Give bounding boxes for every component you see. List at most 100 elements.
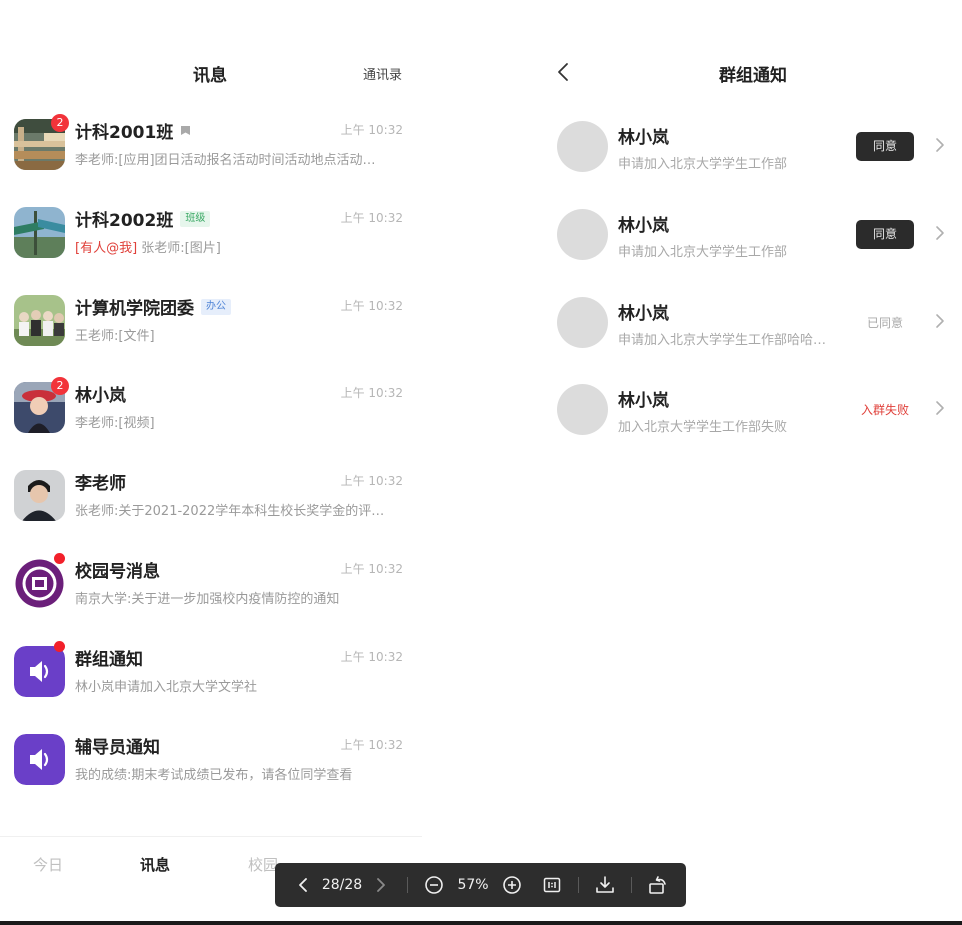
zoom-out-button[interactable] (422, 863, 446, 907)
page-title: 讯息 (193, 66, 227, 86)
download-button[interactable] (593, 863, 617, 907)
conversation-time: 上午 10:32 (340, 650, 403, 664)
contacts-link[interactable]: 通讯录 (363, 64, 402, 83)
requester-name: 林小岚 (618, 304, 669, 324)
conversation-preview: 王老师:[文件] (75, 329, 155, 344)
actual-size-icon (543, 877, 561, 893)
chevron-left-icon (299, 878, 307, 892)
requester-name: 林小岚 (618, 128, 669, 148)
page-title: 群组通知 (719, 66, 787, 86)
unread-dot (54, 553, 65, 564)
toolbar-divider (631, 877, 632, 893)
avatar (14, 470, 65, 521)
join-request-item[interactable]: 林小岚 申请加入北京大学学生工作部 同意 (540, 209, 962, 297)
conversation-name: 林小岚 (75, 381, 126, 406)
office-tag: 办公 (201, 298, 231, 315)
conversation-time: 上午 10:32 (340, 211, 403, 225)
conversation-time: 上午 10:32 (340, 474, 403, 488)
conversation-item[interactable]: 校园号消息 上午 10:32 南京大学:关于进一步加强校内疫情防控的通知 (0, 548, 422, 628)
download-icon (596, 876, 614, 893)
conversation-item[interactable]: 辅导员通知 上午 10:32 我的成绩:期末考试成绩已发布，请各位同学查看 (0, 724, 422, 804)
messages-panel: 讯息 通讯录 2 计科2001班 上午 10:32 李老师:[应用]团日活动报名… (0, 0, 422, 925)
avatar (14, 295, 65, 346)
next-button[interactable] (369, 863, 393, 907)
screen: 讯息 通讯录 2 计科2001班 上午 10:32 李老师:[应用]团日活动报名… (0, 0, 962, 925)
conversation-name: 群组通知 (75, 645, 143, 670)
avatar (557, 297, 608, 348)
conversation-name: 计算机学院团委 办公 (75, 294, 231, 319)
tab-campus[interactable]: 校园 (248, 854, 278, 875)
conversation-time: 上午 10:32 (340, 562, 403, 576)
conversation-preview: 我的成绩:期末考试成绩已发布，请各位同学查看 (75, 768, 353, 783)
back-arrow-icon[interactable] (554, 62, 574, 82)
conversation-name-text: 群组通知 (75, 650, 143, 670)
rotate-icon (649, 876, 666, 894)
request-description: 申请加入北京大学学生工作部哈哈… (618, 333, 827, 348)
accept-button[interactable]: 同意 (856, 220, 914, 249)
chevron-right-icon[interactable] (933, 224, 947, 242)
conversation-preview: 南京大学:关于进一步加强校内疫情防控的通知 (75, 592, 340, 607)
conversation-name-text: 计科2001班 (75, 123, 174, 143)
conversation-name-text: 辅导员通知 (75, 738, 160, 758)
request-description: 申请加入北京大学学生工作部 (618, 245, 788, 260)
conversation-preview: 张老师:关于2021-2022学年本科生校长奖学金的评… (75, 504, 385, 519)
conversation-item[interactable]: 计科2002班 班级 上午 10:32 [有人@我] 张老师:[图片] (0, 197, 422, 277)
conversation-name: 校园号消息 (75, 557, 160, 582)
avatar (14, 734, 65, 785)
avatar (14, 646, 65, 697)
conversation-time: 上午 10:32 (340, 123, 403, 137)
join-request-item[interactable]: 林小岚 申请加入北京大学学生工作部哈哈… 已同意 (540, 297, 962, 385)
tab-messages[interactable]: 讯息 (140, 854, 170, 875)
previous-button[interactable] (291, 863, 315, 907)
conversation-name-text: 计算机学院团委 (75, 299, 194, 319)
toolbar-divider (407, 877, 408, 893)
rotate-button[interactable] (646, 863, 670, 907)
conversation-item[interactable]: 2 林小岚 上午 10:32 李老师:[视频] (0, 372, 422, 452)
avatar (557, 384, 608, 435)
conversation-time: 上午 10:32 (340, 386, 403, 400)
zoom-out-icon (425, 876, 443, 894)
status-badge: 已同意 (866, 316, 903, 330)
conversation-item[interactable]: 2 计科2001班 上午 10:32 李老师:[应用]团日活动报名活动时间活动地… (0, 109, 422, 189)
request-description: 加入北京大学学生工作部失败 (618, 420, 788, 435)
requester-name: 林小岚 (618, 216, 669, 236)
zoom-in-button[interactable] (500, 863, 524, 907)
conversation-preview: 林小岚申请加入北京大学文学社 (75, 680, 258, 695)
unread-dot (54, 641, 65, 652)
conversation-item[interactable]: 群组通知 上午 10:32 林小岚申请加入北京大学文学社 (0, 636, 422, 716)
conversation-name: 李老师 (75, 469, 126, 494)
conversation-preview: 李老师:[应用]团日活动报名活动时间活动地点活动… (75, 153, 376, 168)
group-notice-panel: 群组通知 林小岚 申请加入北京大学学生工作部 同意 林小岚 申请加入北京大学学生… (540, 0, 962, 925)
conversation-preview: 李老师:[视频] (75, 416, 155, 431)
join-request-item[interactable]: 林小岚 加入北京大学学生工作部失败 入群失败 (540, 384, 962, 472)
preview-text: 张老师:[图片] (141, 241, 221, 256)
conversation-name-text: 李老师 (75, 474, 126, 494)
join-request-item[interactable]: 林小岚 申请加入北京大学学生工作部 同意 (540, 121, 962, 209)
chevron-right-icon (377, 878, 385, 892)
unread-badge: 2 (51, 377, 69, 395)
avatar (557, 121, 608, 172)
accept-button[interactable]: 同意 (856, 132, 914, 161)
avatar (557, 209, 608, 260)
chevron-right-icon[interactable] (933, 136, 947, 154)
conversation-name-text: 计科2002班 (75, 211, 174, 231)
mention-indicator: [有人@我] (75, 241, 138, 256)
conversation-name-text: 校园号消息 (75, 562, 160, 582)
conversation-item[interactable]: 李老师 上午 10:32 张老师:关于2021-2022学年本科生校长奖学金的评… (0, 460, 422, 540)
toolbar-divider (578, 877, 579, 893)
avatar (14, 207, 65, 258)
flag-icon (181, 125, 191, 135)
actual-size-button[interactable] (540, 863, 564, 907)
class-tag: 班级 (180, 210, 211, 227)
conversation-name: 辅导员通知 (75, 733, 160, 758)
conversation-time: 上午 10:32 (340, 738, 403, 752)
chevron-right-icon[interactable] (933, 399, 947, 417)
conversation-item[interactable]: 计算机学院团委 办公 上午 10:32 王老师:[文件] (0, 285, 422, 365)
page-counter: 28/28 (321, 877, 363, 893)
conversation-name-text: 林小岚 (75, 386, 126, 406)
conversation-name: 计科2001班 (75, 118, 191, 143)
chevron-right-icon[interactable] (933, 312, 947, 330)
tab-today[interactable]: 今日 (33, 854, 63, 875)
zoom-level: 57% (457, 877, 489, 893)
conversation-time: 上午 10:32 (340, 299, 403, 313)
